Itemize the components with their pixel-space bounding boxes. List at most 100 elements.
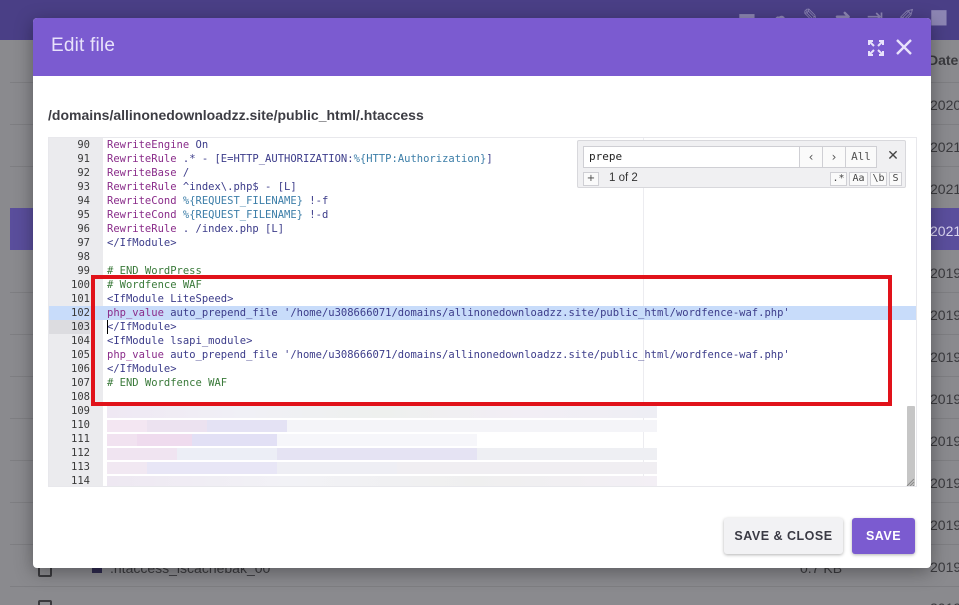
- row-checkbox[interactable]: [38, 600, 52, 605]
- code-token: RewriteCond: [107, 209, 177, 221]
- code-line[interactable]: 104 <IfModule lsapi_module>: [49, 334, 916, 348]
- code-token: . /index.php [L]: [176, 223, 285, 235]
- save-and-close-button[interactable]: SAVE & CLOSE: [724, 518, 843, 554]
- code-token: </IfModule>: [107, 237, 177, 249]
- dialog-title: Edit file: [51, 35, 116, 56]
- blurred-code: [107, 462, 657, 474]
- code-line-active[interactable]: 103 </IfModule>: [49, 320, 916, 334]
- text-cursor: [107, 320, 108, 334]
- line-number: 114: [71, 475, 90, 487]
- search-counter: 1 of 2: [609, 172, 638, 184]
- code-token: On: [189, 139, 209, 151]
- code-token: </IfModule>: [107, 363, 177, 375]
- code-line[interactable]: 97 </IfModule>: [49, 236, 916, 250]
- whole-word-toggle[interactable]: \b: [870, 172, 887, 186]
- line-number: 103: [49, 320, 90, 334]
- line-number: 95: [77, 209, 90, 221]
- code-line[interactable]: 106 </IfModule>: [49, 362, 916, 376]
- dialog-header: Edit file: [33, 18, 931, 76]
- line-number: 102: [71, 307, 90, 319]
- code-token: RewriteBase: [107, 167, 177, 179]
- save-button[interactable]: SAVE: [852, 518, 915, 554]
- row-date: 2019: [930, 517, 959, 533]
- case-sensitive-toggle[interactable]: Aa: [849, 172, 868, 186]
- line-number: 106: [71, 363, 90, 375]
- row-date: 2019: [930, 349, 959, 365]
- line-number: 99: [77, 265, 90, 277]
- code-token: %{HTTP:Authorization}: [353, 153, 487, 165]
- code-token: auto_prepend_file '/home/u308666071/doma…: [163, 349, 790, 361]
- blurred-code: [107, 420, 657, 432]
- edit-file-dialog: Edit file /domains/allinonedownloadzz.si…: [33, 18, 931, 568]
- find-next-button[interactable]: ›: [822, 146, 846, 168]
- code-token: ]: [486, 153, 493, 165]
- find-previous-button[interactable]: ‹: [799, 146, 823, 168]
- search-in-selection-toggle[interactable]: S: [889, 172, 902, 186]
- code-line[interactable]: 107 # END Wordfence WAF: [49, 376, 916, 390]
- resize-handle-icon[interactable]: [906, 478, 915, 487]
- blurred-code: [107, 406, 657, 418]
- line-number: 91: [77, 153, 90, 165]
- close-icon[interactable]: [895, 38, 913, 56]
- line-number: 101: [71, 293, 90, 305]
- search-close-icon[interactable]: ✕: [884, 147, 902, 165]
- row-date: 2019: [930, 600, 959, 605]
- code-token: RewriteEngine: [107, 139, 190, 151]
- line-number: 107: [71, 377, 90, 389]
- row-date: 2019: [930, 433, 959, 449]
- row-date: 2019: [930, 307, 959, 323]
- code-token: RewriteCond: [107, 195, 177, 207]
- code-line[interactable]: 94 RewriteCond %{REQUEST_FILENAME} !-f: [49, 194, 916, 208]
- code-line[interactable]: 108: [49, 390, 916, 404]
- line-number: 111: [71, 433, 90, 445]
- line-number: 97: [77, 237, 90, 249]
- code-editor[interactable]: 90 RewriteEngine On 91 RewriteRule .* - [E…: [48, 137, 917, 487]
- code-line[interactable]: 96 RewriteRule . /index.php [L]: [49, 222, 916, 236]
- blurred-code: [107, 448, 657, 460]
- code-line[interactable]: 98: [49, 250, 916, 264]
- row-date: 2019: [930, 265, 959, 281]
- line-number: 110: [71, 419, 90, 431]
- code-token: ^index\.php$ - [L]: [176, 181, 297, 193]
- code-token: # END WordPress: [107, 265, 202, 277]
- expand-icon[interactable]: [867, 39, 885, 57]
- toggle-replace-button[interactable]: +: [583, 172, 599, 186]
- row-divider: [10, 586, 959, 587]
- code-token: RewriteRule: [107, 153, 177, 165]
- line-number: 98: [77, 251, 90, 263]
- line-number: 92: [77, 167, 90, 179]
- line-number: 96: [77, 223, 90, 235]
- blurred-code: [107, 434, 477, 446]
- find-all-button[interactable]: All: [845, 146, 877, 168]
- row-date: 2021: [930, 139, 959, 155]
- code-token: %{REQUEST_FILENAME}: [182, 209, 303, 221]
- regex-toggle[interactable]: .*: [830, 172, 847, 186]
- file-path: /domains/allinonedownloadzz.site/public_…: [48, 107, 424, 123]
- line-number: 90: [77, 139, 90, 151]
- line-number: 100: [71, 279, 90, 291]
- search-input[interactable]: prepe: [583, 146, 801, 168]
- code-token: <IfModule lsapi_module>: [107, 335, 253, 347]
- row-date: 2021: [930, 181, 959, 197]
- code-token: <IfModule LiteSpeed>: [107, 293, 234, 305]
- code-token: RewriteRule: [107, 181, 177, 193]
- code-line[interactable]: 99 # END WordPress: [49, 264, 916, 278]
- line-number: 105: [71, 349, 90, 361]
- date-column-header[interactable]: Date: [928, 52, 958, 68]
- line-number: 93: [77, 181, 90, 193]
- code-line[interactable]: 105 php_value auto_prepend_file '/home/u3…: [49, 348, 916, 362]
- code-token: %{REQUEST_FILENAME}: [182, 195, 303, 207]
- row-date: 2019: [930, 559, 959, 575]
- editor-scrollbar[interactable]: [907, 406, 915, 486]
- code-token: php_value: [107, 349, 164, 361]
- code-line[interactable]: 101 <IfModule LiteSpeed>: [49, 292, 916, 306]
- search-panel: prepe ‹ › All ✕ + 1 of 2 .* Aa \b S: [577, 140, 906, 188]
- code-token: RewriteRule: [107, 223, 177, 235]
- code-line[interactable]: 102 php_value auto_prepend_file '/home/u3…: [49, 306, 916, 320]
- line-number: 113: [71, 461, 90, 473]
- code-token: php_value: [107, 307, 164, 319]
- code-line[interactable]: 100 # Wordfence WAF: [49, 278, 916, 292]
- code-token: /: [176, 167, 190, 179]
- row-date: 2020: [930, 97, 959, 113]
- code-line[interactable]: 95 RewriteCond %{REQUEST_FILENAME} !-d: [49, 208, 916, 222]
